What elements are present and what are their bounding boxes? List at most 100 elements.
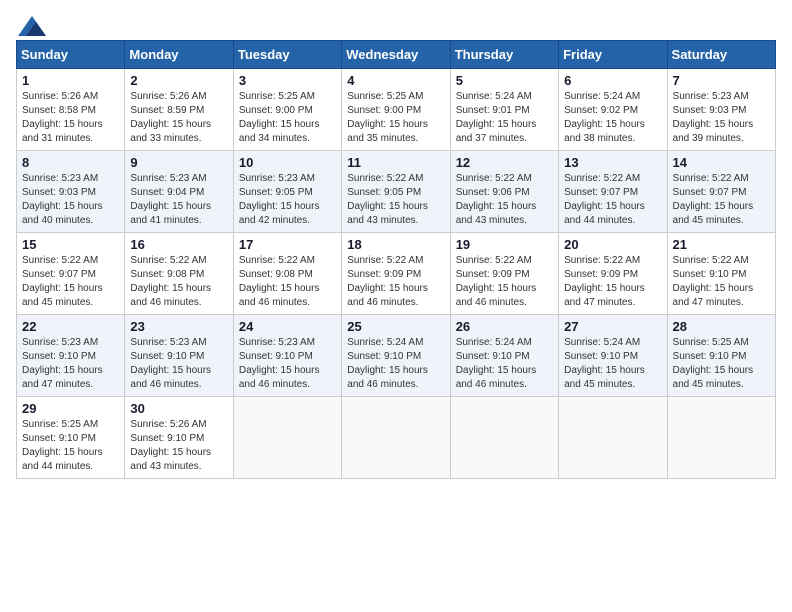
calendar-cell: 7 Sunrise: 5:23 AM Sunset: 9:03 PM Daylig… — [667, 69, 775, 151]
day-number: 3 — [239, 73, 336, 88]
day-number: 5 — [456, 73, 553, 88]
calendar-cell: 14 Sunrise: 5:22 AM Sunset: 9:07 PM Dayli… — [667, 151, 775, 233]
calendar-cell: 10 Sunrise: 5:23 AM Sunset: 9:05 PM Dayli… — [233, 151, 341, 233]
calendar-cell — [559, 397, 667, 479]
calendar-col-friday: Friday — [559, 41, 667, 69]
calendar-cell: 15 Sunrise: 5:22 AM Sunset: 9:07 PM Dayli… — [17, 233, 125, 315]
day-info: Sunrise: 5:23 AM Sunset: 9:10 PM Dayligh… — [22, 336, 119, 392]
calendar-cell: 3 Sunrise: 5:25 AM Sunset: 9:00 PM Daylig… — [233, 69, 341, 151]
day-info: Sunrise: 5:23 AM Sunset: 9:03 PM Dayligh… — [22, 172, 119, 228]
day-info: Sunrise: 5:24 AM Sunset: 9:01 PM Dayligh… — [456, 90, 553, 146]
day-info: Sunrise: 5:26 AM Sunset: 8:58 PM Dayligh… — [22, 90, 119, 146]
day-info: Sunrise: 5:24 AM Sunset: 9:10 PM Dayligh… — [456, 336, 553, 392]
calendar-cell: 19Sunrise: 5:22 AM Sunset: 9:09 PM Dayli… — [450, 233, 558, 315]
day-info: Sunrise: 5:23 AM Sunset: 9:04 PM Dayligh… — [130, 172, 227, 228]
day-number: 20 — [564, 237, 661, 252]
calendar-cell: 1 Sunrise: 5:26 AM Sunset: 8:58 PM Daylig… — [17, 69, 125, 151]
page-header — [16, 16, 776, 32]
day-info: Sunrise: 5:22 AM Sunset: 9:09 PM Dayligh… — [347, 254, 444, 310]
day-number: 7 — [673, 73, 770, 88]
calendar-cell: 9Sunrise: 5:23 AM Sunset: 9:04 PM Daylig… — [125, 151, 233, 233]
calendar-cell: 16Sunrise: 5:22 AM Sunset: 9:08 PM Dayli… — [125, 233, 233, 315]
day-number: 30 — [130, 401, 227, 416]
calendar-cell: 5 Sunrise: 5:24 AM Sunset: 9:01 PM Daylig… — [450, 69, 558, 151]
day-number: 19 — [456, 237, 553, 252]
calendar-body: 1 Sunrise: 5:26 AM Sunset: 8:58 PM Daylig… — [17, 69, 776, 479]
day-number: 25 — [347, 319, 444, 334]
day-info: Sunrise: 5:23 AM Sunset: 9:05 PM Dayligh… — [239, 172, 336, 228]
day-number: 2 — [130, 73, 227, 88]
day-number: 4 — [347, 73, 444, 88]
calendar-cell — [450, 397, 558, 479]
calendar-cell: 26 Sunrise: 5:24 AM Sunset: 9:10 PM Dayli… — [450, 315, 558, 397]
calendar-col-monday: Monday — [125, 41, 233, 69]
calendar-cell: 18 Sunrise: 5:22 AM Sunset: 9:09 PM Dayli… — [342, 233, 450, 315]
calendar-cell: 27Sunrise: 5:24 AM Sunset: 9:10 PM Dayli… — [559, 315, 667, 397]
day-number: 26 — [456, 319, 553, 334]
day-info: Sunrise: 5:23 AM Sunset: 9:10 PM Dayligh… — [239, 336, 336, 392]
calendar-cell — [667, 397, 775, 479]
day-info: Sunrise: 5:22 AM Sunset: 9:05 PM Dayligh… — [347, 172, 444, 228]
calendar-cell: 29Sunrise: 5:25 AM Sunset: 9:10 PM Dayli… — [17, 397, 125, 479]
calendar-week-0: 1 Sunrise: 5:26 AM Sunset: 8:58 PM Daylig… — [17, 69, 776, 151]
calendar-cell: 4 Sunrise: 5:25 AM Sunset: 9:00 PM Daylig… — [342, 69, 450, 151]
calendar-table: SundayMondayTuesdayWednesdayThursdayFrid… — [16, 40, 776, 479]
day-info: Sunrise: 5:25 AM Sunset: 9:00 PM Dayligh… — [239, 90, 336, 146]
day-info: Sunrise: 5:22 AM Sunset: 9:07 PM Dayligh… — [22, 254, 119, 310]
calendar-week-4: 29Sunrise: 5:25 AM Sunset: 9:10 PM Dayli… — [17, 397, 776, 479]
calendar-cell: 6 Sunrise: 5:24 AM Sunset: 9:02 PM Daylig… — [559, 69, 667, 151]
calendar-cell: 25 Sunrise: 5:24 AM Sunset: 9:10 PM Dayli… — [342, 315, 450, 397]
day-number: 29 — [22, 401, 119, 416]
day-info: Sunrise: 5:24 AM Sunset: 9:02 PM Dayligh… — [564, 90, 661, 146]
calendar-cell: 30 Sunrise: 5:26 AM Sunset: 9:10 PM Dayli… — [125, 397, 233, 479]
calendar-col-wednesday: Wednesday — [342, 41, 450, 69]
calendar-cell: 28 Sunrise: 5:25 AM Sunset: 9:10 PM Dayli… — [667, 315, 775, 397]
calendar-week-2: 15 Sunrise: 5:22 AM Sunset: 9:07 PM Dayli… — [17, 233, 776, 315]
day-info: Sunrise: 5:22 AM Sunset: 9:09 PM Dayligh… — [564, 254, 661, 310]
day-info: Sunrise: 5:22 AM Sunset: 9:07 PM Dayligh… — [673, 172, 770, 228]
day-number: 18 — [347, 237, 444, 252]
day-info: Sunrise: 5:22 AM Sunset: 9:07 PM Dayligh… — [564, 172, 661, 228]
day-number: 22 — [22, 319, 119, 334]
calendar-cell: 22 Sunrise: 5:23 AM Sunset: 9:10 PM Dayli… — [17, 315, 125, 397]
day-number: 15 — [22, 237, 119, 252]
day-number: 23 — [130, 319, 227, 334]
day-info: Sunrise: 5:22 AM Sunset: 9:06 PM Dayligh… — [456, 172, 553, 228]
day-number: 6 — [564, 73, 661, 88]
calendar-cell: 24Sunrise: 5:23 AM Sunset: 9:10 PM Dayli… — [233, 315, 341, 397]
day-number: 1 — [22, 73, 119, 88]
logo — [16, 16, 46, 32]
day-number: 28 — [673, 319, 770, 334]
day-info: Sunrise: 5:25 AM Sunset: 9:00 PM Dayligh… — [347, 90, 444, 146]
calendar-col-saturday: Saturday — [667, 41, 775, 69]
day-number: 17 — [239, 237, 336, 252]
calendar-week-3: 22 Sunrise: 5:23 AM Sunset: 9:10 PM Dayli… — [17, 315, 776, 397]
day-number: 14 — [673, 155, 770, 170]
calendar-cell: 8 Sunrise: 5:23 AM Sunset: 9:03 PM Daylig… — [17, 151, 125, 233]
day-number: 13 — [564, 155, 661, 170]
calendar-col-tuesday: Tuesday — [233, 41, 341, 69]
day-info: Sunrise: 5:22 AM Sunset: 9:10 PM Dayligh… — [673, 254, 770, 310]
day-info: Sunrise: 5:24 AM Sunset: 9:10 PM Dayligh… — [347, 336, 444, 392]
calendar-cell: 12 Sunrise: 5:22 AM Sunset: 9:06 PM Dayli… — [450, 151, 558, 233]
calendar-cell: 11Sunrise: 5:22 AM Sunset: 9:05 PM Dayli… — [342, 151, 450, 233]
day-number: 8 — [22, 155, 119, 170]
day-info: Sunrise: 5:24 AM Sunset: 9:10 PM Dayligh… — [564, 336, 661, 392]
calendar-cell — [233, 397, 341, 479]
calendar-cell — [342, 397, 450, 479]
day-info: Sunrise: 5:23 AM Sunset: 9:10 PM Dayligh… — [130, 336, 227, 392]
day-info: Sunrise: 5:23 AM Sunset: 9:03 PM Dayligh… — [673, 90, 770, 146]
calendar-cell: 13 Sunrise: 5:22 AM Sunset: 9:07 PM Dayli… — [559, 151, 667, 233]
calendar-cell: 17Sunrise: 5:22 AM Sunset: 9:08 PM Dayli… — [233, 233, 341, 315]
day-info: Sunrise: 5:25 AM Sunset: 9:10 PM Dayligh… — [673, 336, 770, 392]
day-number: 16 — [130, 237, 227, 252]
calendar-cell: 2 Sunrise: 5:26 AM Sunset: 8:59 PM Daylig… — [125, 69, 233, 151]
calendar-cell: 21Sunrise: 5:22 AM Sunset: 9:10 PM Dayli… — [667, 233, 775, 315]
day-number: 10 — [239, 155, 336, 170]
calendar-col-thursday: Thursday — [450, 41, 558, 69]
day-info: Sunrise: 5:26 AM Sunset: 8:59 PM Dayligh… — [130, 90, 227, 146]
calendar-header-row: SundayMondayTuesdayWednesdayThursdayFrid… — [17, 41, 776, 69]
day-info: Sunrise: 5:26 AM Sunset: 9:10 PM Dayligh… — [130, 418, 227, 474]
calendar-col-sunday: Sunday — [17, 41, 125, 69]
day-number: 12 — [456, 155, 553, 170]
